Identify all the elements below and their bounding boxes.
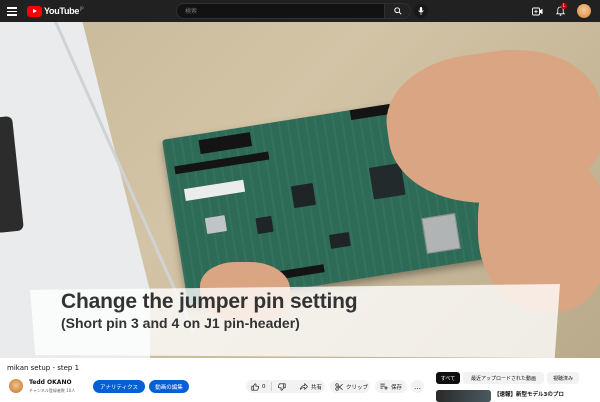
masthead: YouTube JP 1: [0, 0, 600, 22]
share-icon: [300, 383, 308, 390]
create-button[interactable]: [531, 5, 543, 17]
thumbs-up-icon[interactable]: [251, 382, 259, 391]
notification-badge: 1: [561, 3, 567, 9]
board-pin-header-left: [174, 151, 270, 175]
board-label-sticker: [183, 179, 246, 202]
clip-label: クリップ: [346, 384, 369, 391]
edit-video-button[interactable]: 動画の編集: [149, 380, 189, 393]
recommendation-thumbnail[interactable]: [436, 390, 491, 402]
board-chip-main: [290, 182, 317, 209]
search-button[interactable]: [385, 3, 411, 19]
share-label: 共有: [311, 384, 323, 391]
logo-region: JP: [80, 5, 84, 11]
scissors-icon: [335, 382, 343, 391]
like-count: 0: [262, 383, 266, 390]
board-chip-small: [328, 231, 351, 249]
share-button[interactable]: 共有: [295, 380, 325, 393]
more-actions-button[interactable]: …: [411, 380, 424, 393]
channel-avatar[interactable]: [9, 379, 23, 393]
menu-icon[interactable]: [6, 5, 18, 17]
search-bar: [176, 3, 411, 19]
create-icon: [531, 7, 542, 15]
subscriber-count: チャンネル登録者数 10人: [29, 388, 76, 393]
mic-icon: [418, 7, 424, 15]
thumbs-down-icon[interactable]: [277, 382, 286, 391]
board-sd-slot: [204, 215, 228, 235]
youtube-play-icon: [27, 5, 42, 17]
channel-name[interactable]: Tedd OKANO: [29, 379, 72, 386]
save-button[interactable]: 保存: [375, 380, 407, 393]
logo-text: YouTube: [44, 6, 80, 16]
board-pin-header-top: [198, 132, 253, 155]
chip-recent-uploads[interactable]: 最近アップロードされた動画: [463, 372, 544, 384]
chip-watched[interactable]: 視聴済み: [547, 372, 579, 384]
video-title: mikan setup - step 1: [7, 364, 80, 372]
analytics-button[interactable]: アナリティクス: [93, 380, 145, 393]
board-ethernet-port: [421, 213, 461, 254]
search-input[interactable]: [176, 3, 385, 19]
recommendation-title[interactable]: 【速報】新型モデル3のプロ: [494, 390, 564, 398]
like-divider: [271, 382, 272, 391]
chip-all[interactable]: すべて: [436, 372, 460, 384]
video-caption-sub: (Short pin 3 and 4 on J1 pin-header): [61, 315, 300, 331]
notifications-button[interactable]: 1: [554, 3, 567, 17]
clip-button[interactable]: クリップ: [330, 380, 370, 393]
board-chip-secondary: [255, 215, 274, 235]
account-avatar[interactable]: [577, 4, 591, 18]
youtube-logo[interactable]: YouTube JP: [27, 5, 84, 17]
playlist-add-icon: [380, 383, 388, 390]
voice-search-button[interactable]: [414, 4, 428, 18]
video-caption-main: Change the jumper pin setting: [61, 290, 358, 313]
save-label: 保存: [391, 384, 403, 391]
video-player[interactable]: Change the jumper pin setting (Short pin…: [0, 22, 600, 358]
search-icon: [393, 7, 402, 15]
